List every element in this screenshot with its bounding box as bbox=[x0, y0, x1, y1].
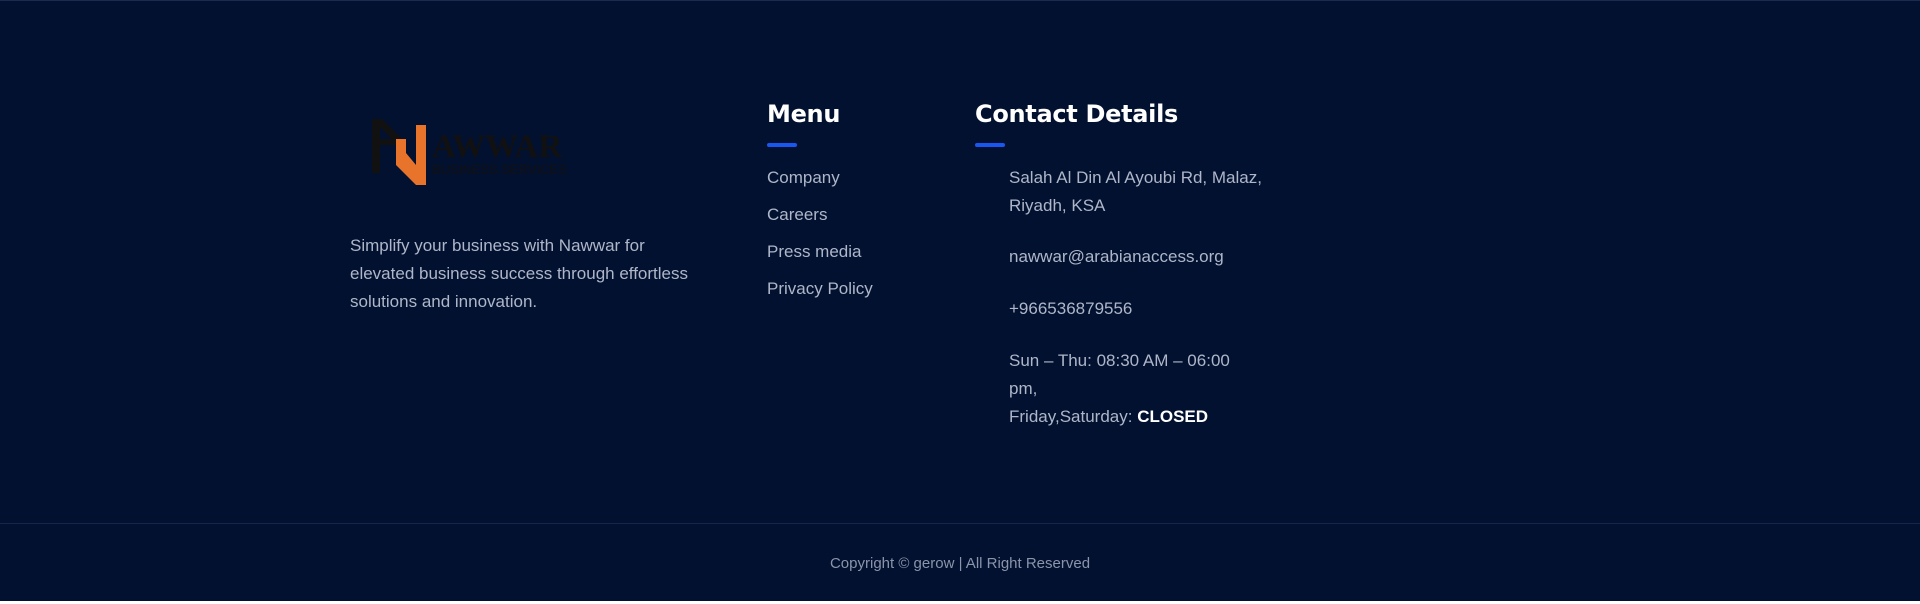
contact-phone[interactable]: +966536879556 bbox=[1009, 295, 1269, 323]
contact-hours: Sun – Thu: 08:30 AM – 06:00 pm, Friday,S… bbox=[1009, 347, 1269, 431]
brand-logo[interactable]: AWWAR BUSINESS SERVICES bbox=[370, 117, 570, 187]
menu-link-careers[interactable]: Careers bbox=[767, 201, 873, 238]
menu-list: Company Careers Press media Privacy Poli… bbox=[767, 164, 873, 312]
menu-link-company[interactable]: Company bbox=[767, 164, 873, 201]
logo-subtitle: BUSINESS SERVICES bbox=[432, 162, 567, 177]
hours-line-2: pm, bbox=[1009, 379, 1038, 398]
contact-heading: Contact Details bbox=[975, 100, 1179, 128]
hours-weekend: Friday,Saturday: CLOSED bbox=[1009, 403, 1269, 431]
contact-email[interactable]: nawwar@arabianaccess.org bbox=[1009, 243, 1269, 271]
address-line-2: Riyadh, KSA bbox=[1009, 196, 1106, 215]
footer-divider bbox=[0, 523, 1920, 524]
copyright-text: Copyright © gerow | All Right Reserved bbox=[829, 555, 1091, 572]
address-line-1: Salah Al Din Al Ayoubi Rd, Malaz, bbox=[1009, 168, 1262, 187]
site-footer: AWWAR BUSINESS SERVICES Simplify your bu… bbox=[0, 0, 1920, 604]
menu-link-privacy-policy[interactable]: Privacy Policy bbox=[767, 275, 873, 312]
nawwar-logo-icon: AWWAR BUSINESS SERVICES bbox=[372, 119, 567, 185]
brand-tagline: Simplify your business with Nawwar for e… bbox=[350, 236, 688, 311]
menu-link-press-media[interactable]: Press media bbox=[767, 238, 873, 275]
closed-status: CLOSED bbox=[1137, 407, 1209, 426]
menu-heading-underline bbox=[767, 143, 797, 147]
contact-address: Salah Al Din Al Ayoubi Rd, Malaz, Riyadh… bbox=[1009, 164, 1269, 220]
logo-wordmark: AWWAR bbox=[432, 129, 563, 165]
contact-heading-underline bbox=[975, 143, 1005, 147]
hours-line-1: Sun – Thu: 08:30 AM – 06:00 bbox=[1009, 351, 1230, 370]
hours-weekend-prefix: Friday,Saturday: bbox=[1009, 407, 1133, 426]
menu-heading: Menu bbox=[767, 100, 841, 128]
